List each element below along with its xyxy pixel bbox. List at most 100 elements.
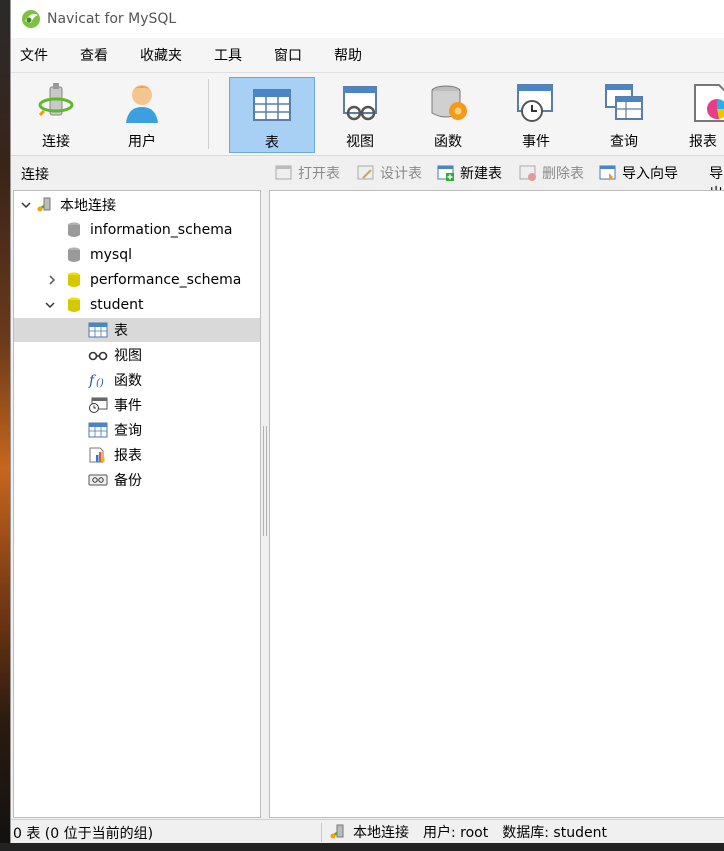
toolbar-view-button[interactable]: 视图: [317, 77, 403, 153]
toolbar-event-label: 事件: [522, 134, 550, 150]
window-title: Navicat for MySQL: [47, 11, 177, 27]
connection-plug-icon: [330, 824, 344, 839]
tree-item-label: 查询: [114, 423, 142, 439]
connection-plug-icon: [37, 197, 51, 212]
import-wizard-button[interactable]: 导入向导: [599, 163, 678, 183]
status-user: 用户: root: [423, 825, 489, 841]
connection-pane-label: 连接: [21, 167, 49, 183]
toolbar-table-label: 表: [265, 135, 279, 151]
delete-table-button[interactable]: 删除表: [519, 163, 584, 183]
navicat-logo-icon: [22, 10, 40, 28]
open-table-button[interactable]: 打开表: [275, 163, 340, 183]
menu-file[interactable]: 文件: [11, 45, 61, 65]
tree-item-queries[interactable]: 查询: [14, 418, 260, 442]
status-divider: [321, 823, 322, 842]
toolbar-report-button[interactable]: 报表: [669, 77, 724, 153]
import-wizard-label: 导入向导: [622, 166, 678, 182]
database-icon: [68, 247, 80, 262]
chevron-down-icon[interactable]: [44, 299, 56, 311]
tree-db-label: mysql: [90, 247, 132, 263]
pane-splitter[interactable]: [262, 190, 268, 818]
toolbar-table-button[interactable]: 表: [229, 77, 315, 153]
design-table-icon: [357, 165, 374, 180]
new-table-label: 新建表: [460, 166, 502, 182]
table-icon: [88, 322, 108, 338]
svg-text:(): (): [96, 378, 104, 388]
backup-tape-icon: [88, 474, 108, 486]
toolbar-user-label: 用户: [128, 134, 156, 150]
tree-db-mysql[interactable]: mysql: [14, 243, 260, 267]
query-icon: [605, 84, 643, 120]
chevron-down-icon[interactable]: [20, 199, 32, 211]
event-clock-icon: [89, 397, 108, 413]
toolbar-function-label: 函数: [434, 134, 462, 150]
menu-help[interactable]: 帮助: [325, 45, 375, 65]
event-icon: [517, 84, 553, 122]
tree-item-functions[interactable]: f() 函数: [14, 368, 260, 392]
toolbar-connection-label: 连接: [42, 134, 70, 150]
table-icon: [253, 89, 291, 121]
tree-db-performance-schema[interactable]: performance_schema: [14, 268, 260, 292]
function-fx-icon: f(): [88, 373, 104, 388]
menu-tools[interactable]: 工具: [205, 45, 255, 65]
toolbar-query-label: 查询: [610, 134, 638, 150]
status-connection-info: 本地连接 用户: root 数据库: student: [329, 822, 621, 842]
tree-root-label: 本地连接: [60, 198, 116, 214]
new-table-button[interactable]: 新建表: [437, 163, 502, 183]
toolbar-event-button[interactable]: 事件: [493, 77, 579, 153]
menu-bar: 文件 查看 收藏夹 工具 窗口 帮助: [11, 38, 724, 72]
design-table-label: 设计表: [380, 166, 422, 182]
tree-item-views[interactable]: 视图: [14, 343, 260, 367]
import-wizard-icon: [599, 165, 616, 181]
user-icon: [126, 85, 158, 123]
object-toolbar: 连接 打开表 设计表 新建表 删除表 导入向导 导出向导: [11, 157, 724, 242]
title-bar[interactable]: Navicat for MySQL: [11, 0, 724, 38]
design-table-button[interactable]: 设计表: [357, 163, 422, 183]
connection-icon: [38, 83, 74, 117]
tree-item-label: 备份: [114, 473, 142, 489]
toolbar-query-button[interactable]: 查询: [581, 77, 667, 153]
chevron-right-icon[interactable]: [46, 274, 58, 286]
delete-table-label: 删除表: [542, 166, 584, 182]
database-icon: [68, 222, 80, 237]
status-database: 数据库: student: [502, 825, 607, 841]
toolbar-view-label: 视图: [346, 134, 374, 150]
tree-db-label: information_schema: [90, 222, 233, 238]
tree-root-connection[interactable]: 本地连接: [14, 193, 260, 217]
main-toolbar: 连接 用户 表 视图 函数 事件 查询 报表: [11, 72, 724, 156]
connection-tree[interactable]: 本地连接 information_schema mysql performanc…: [13, 190, 261, 818]
toolbar-separator: [208, 79, 209, 149]
delete-table-icon: [519, 165, 536, 181]
view-icon: [343, 86, 377, 121]
desktop-bottom-strip: [0, 843, 724, 851]
splitter-grip[interactable]: [263, 426, 267, 536]
toolbar-report-label: 报表: [689, 134, 717, 150]
tree-item-label: 函数: [114, 373, 142, 389]
tree-db-student[interactable]: student: [14, 293, 260, 317]
tree-item-label: 报表: [114, 448, 142, 464]
function-icon: [431, 85, 467, 120]
toolbar-user-button[interactable]: 用户: [99, 77, 185, 153]
database-icon: [68, 272, 80, 287]
toolbar-function-button[interactable]: 函数: [405, 77, 491, 153]
tree-item-events[interactable]: 事件: [14, 393, 260, 417]
tree-item-tables[interactable]: 表: [14, 318, 260, 342]
menu-favorites[interactable]: 收藏夹: [131, 45, 195, 65]
tree-item-backups[interactable]: 备份: [14, 468, 260, 492]
tree-item-label: 视图: [114, 348, 142, 364]
object-list-pane[interactable]: [269, 190, 724, 818]
tree-item-label: 表: [114, 323, 128, 339]
tree-db-label: student: [90, 297, 144, 313]
menu-view[interactable]: 查看: [71, 45, 121, 65]
database-icon: [68, 297, 80, 312]
report-chart-icon: [89, 447, 105, 463]
report-icon: [694, 84, 724, 122]
open-table-icon: [275, 165, 292, 180]
menu-window[interactable]: 窗口: [265, 45, 315, 65]
navicat-window: Navicat for MySQL 文件 查看 收藏夹 工具 窗口 帮助 连接 …: [10, 0, 724, 844]
toolbar-connection-button[interactable]: 连接: [13, 77, 99, 153]
status-connection-name: 本地连接: [353, 825, 409, 841]
new-table-icon: [437, 165, 454, 181]
tree-item-reports[interactable]: 报表: [14, 443, 260, 467]
tree-db-information-schema[interactable]: information_schema: [14, 218, 260, 242]
